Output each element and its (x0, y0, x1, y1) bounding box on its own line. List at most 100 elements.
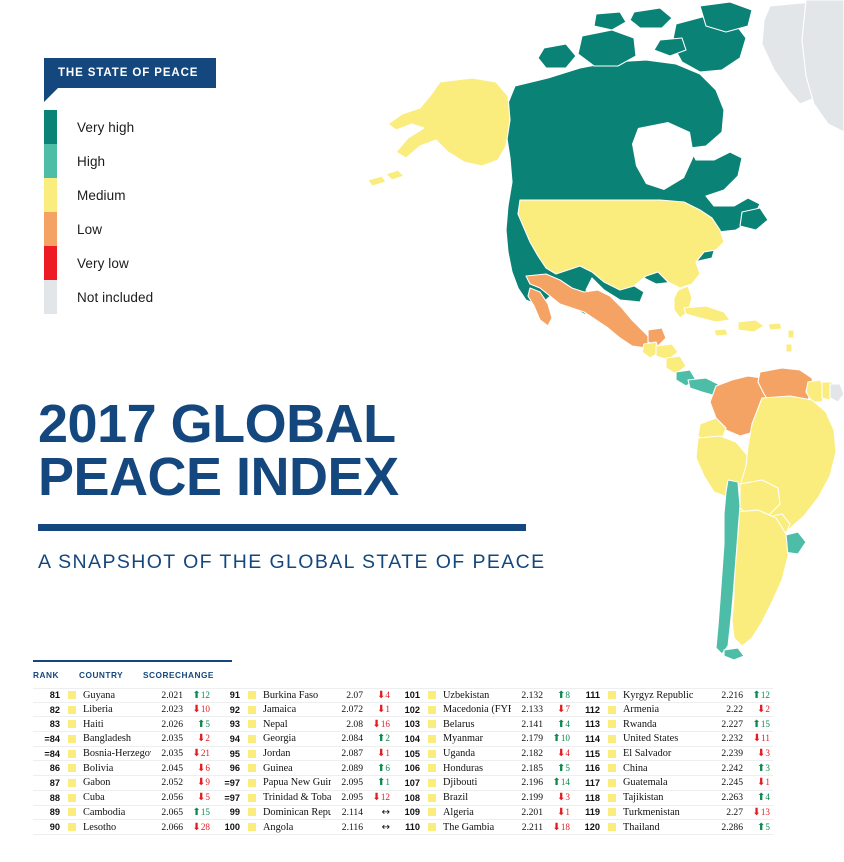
cell-change: ⬆12 (183, 690, 213, 701)
cell-country: Myanmar (443, 733, 484, 745)
table-row[interactable]: 81 Guyana 2.021 ⬆12 (33, 688, 213, 703)
map-region-aleutians (367, 169, 405, 187)
cell-state-swatch (608, 778, 616, 787)
cell-country: Georgia (263, 733, 296, 745)
table-row[interactable]: 95 Jordan 2.087 ⬇1 (213, 747, 393, 762)
table-row[interactable]: =84 Bangladesh 2.035 ⬇2 (33, 732, 213, 747)
table-row[interactable]: 94 Georgia 2.084 ⬆2 (213, 732, 393, 747)
cell-change: ⬇13 (743, 807, 773, 818)
table-row[interactable]: 113 Rwanda 2.227 ⬆15 (573, 717, 773, 733)
cell-change: ⬆5 (743, 822, 773, 833)
table-row[interactable]: 83 Haiti 2.026 ⬆5 (33, 717, 213, 733)
cell-change-value: 1 (565, 806, 570, 817)
cell-change: ⬆2 (363, 733, 393, 744)
cell-score: 2.201 (521, 806, 543, 818)
column-header-spacer (573, 660, 773, 682)
table-row[interactable]: =84Bosnia-Herzegovina2.035⬇21 (33, 747, 213, 762)
table-row[interactable]: 115 El Salvador 2.239 ⬇3 (573, 747, 773, 762)
table-row[interactable]: 87 Gabon 2.052 ⬇9 (33, 776, 213, 791)
cell-state-swatch (608, 808, 616, 817)
table-row[interactable]: 116 China 2.242 ⬆3 (573, 761, 773, 777)
table-row[interactable]: 93 Nepal 2.08 ⬇16 (213, 717, 393, 733)
table-row[interactable]: 91 Burkina Faso 2.07 ⬇4 (213, 688, 393, 703)
cell-change-value: 1 (385, 704, 390, 715)
cell-change-value: 10 (560, 733, 570, 744)
table-row[interactable]: 101 Uzbekistan 2.132 ⬆8 (393, 688, 573, 703)
cell-change-value: 13 (760, 806, 770, 817)
cell-change: ⬇11 (743, 733, 773, 744)
cell-country: China (623, 762, 648, 774)
table-row[interactable]: 103 Belarus 2.141 ⬆4 (393, 717, 573, 733)
table-row[interactable]: 88 Cuba 2.056 ⬇5 (33, 791, 213, 806)
cell-change-value: 2 (205, 733, 210, 744)
cell-score: 2.026 (161, 718, 183, 730)
cell-rank: 86 (49, 763, 60, 774)
table-row[interactable]: 114 United States 2.232 ⬇11 (573, 732, 773, 747)
cell-score: 2.035 (161, 748, 183, 760)
cell-score: 2.095 (341, 777, 363, 789)
cell-change: ⬇6 (183, 763, 213, 774)
table-row[interactable]: 111 Kyrgyz Republic 2.216 ⬆12 (573, 688, 773, 703)
table-row[interactable]: 109 Algeria 2.201 ⬇1 (393, 806, 573, 821)
table-row[interactable]: 120 Thailand 2.286 ⬆5 (573, 820, 773, 835)
table-row[interactable]: 82 Liberia 2.023 ⬇10 (33, 703, 213, 718)
cell-state-swatch (428, 691, 436, 700)
cell-state-swatch (248, 705, 256, 714)
table-row[interactable]: 99 Dominican Republic 2.114 ↔ (213, 806, 393, 821)
cell-change: ⬇18 (543, 822, 573, 833)
table-row[interactable]: 118 Tajikistan 2.263 ⬆4 (573, 791, 773, 806)
cell-change-value: 21 (200, 748, 210, 759)
table-row[interactable]: 117 Guatemala 2.245 ⬇1 (573, 776, 773, 791)
cell-score: 2.216 (721, 689, 743, 701)
table-row[interactable]: 92 Jamaica 2.072 ⬇1 (213, 703, 393, 718)
table-row[interactable]: 119 Turkmenistan 2.27 ⬇13 (573, 806, 773, 821)
cell-change: ↔ (363, 807, 393, 818)
table-row[interactable]: 112 Armenia 2.22 ⬇2 (573, 703, 773, 718)
cell-rank: 105 (404, 748, 420, 759)
cell-change-value: 4 (565, 748, 570, 759)
table-row[interactable]: 86 Bolivia 2.045 ⬇6 (33, 761, 213, 777)
table-row[interactable]: 104 Myanmar 2.179 ⬆10 (393, 732, 573, 747)
table-row[interactable]: 110 The Gambia 2.211 ⬇18 (393, 820, 573, 835)
cell-country: Brazil (443, 792, 469, 804)
table-row[interactable]: 107 Djibouti 2.196 ⬆14 (393, 776, 573, 791)
cell-country: Bangladesh (83, 733, 132, 745)
cell-rank: 107 (404, 777, 420, 788)
arrow-flat-icon: ↔ (381, 806, 390, 818)
cell-change-value: 2 (385, 733, 390, 744)
cell-country: Uganda (443, 748, 476, 760)
map-legend: THE STATE OF PEACE Very high High Medium… (44, 58, 244, 314)
table-row[interactable]: 106 Honduras 2.185 ⬆5 (393, 761, 573, 777)
table-row[interactable]: =97 Papua New Guinea 2.095⬆1 (213, 776, 393, 791)
cell-country: Cuba (83, 792, 105, 804)
cell-rank: 120 (584, 822, 600, 833)
table-row[interactable]: 108 Brazil 2.199 ⬇3 (393, 791, 573, 806)
cell-country: Nepal (263, 718, 288, 730)
cell-rank: 102 (404, 704, 420, 715)
table-row[interactable]: 105 Uganda 2.182 ⬇4 (393, 747, 573, 762)
legend-item-high: High (44, 144, 244, 178)
cell-rank: 90 (49, 822, 60, 833)
arrow-flat-icon: ↔ (381, 821, 390, 833)
cell-change: ⬆5 (543, 763, 573, 774)
cell-change-value: 6 (205, 762, 210, 773)
table-row[interactable]: 90 Lesotho 2.066 ⬇28 (33, 820, 213, 835)
cell-country: Lesotho (83, 821, 117, 833)
arrow-down-icon: ⬇ (192, 704, 201, 716)
arrow-down-icon: ⬇ (752, 733, 762, 745)
arrow-down-icon: ⬇ (372, 792, 381, 804)
arrow-up-icon: ⬆ (192, 806, 201, 818)
cell-score: 2.185 (521, 762, 543, 774)
cell-change-value: 12 (760, 689, 770, 700)
cell-country: Armenia (623, 704, 660, 716)
table-row[interactable]: 96 Guinea 2.089 ⬆6 (213, 761, 393, 777)
table-row[interactable]: 89 Cambodia 2.065 ⬆15 (33, 806, 213, 821)
cell-change: ⬆4 (543, 719, 573, 730)
map-region-newfoundland (739, 207, 769, 231)
legend-swatch-high (44, 144, 57, 178)
cell-country: Kyrgyz Republic (623, 689, 694, 701)
table-row[interactable]: 100 Angola 2.116 ↔ (213, 820, 393, 835)
table-row[interactable]: =97Trinidad & Tobago2.095⬇12 (213, 791, 393, 806)
table-row[interactable]: 102 Macedonia (FYR) 2.133 ⬇7 (393, 703, 573, 718)
cell-change: ⬇4 (363, 690, 393, 701)
